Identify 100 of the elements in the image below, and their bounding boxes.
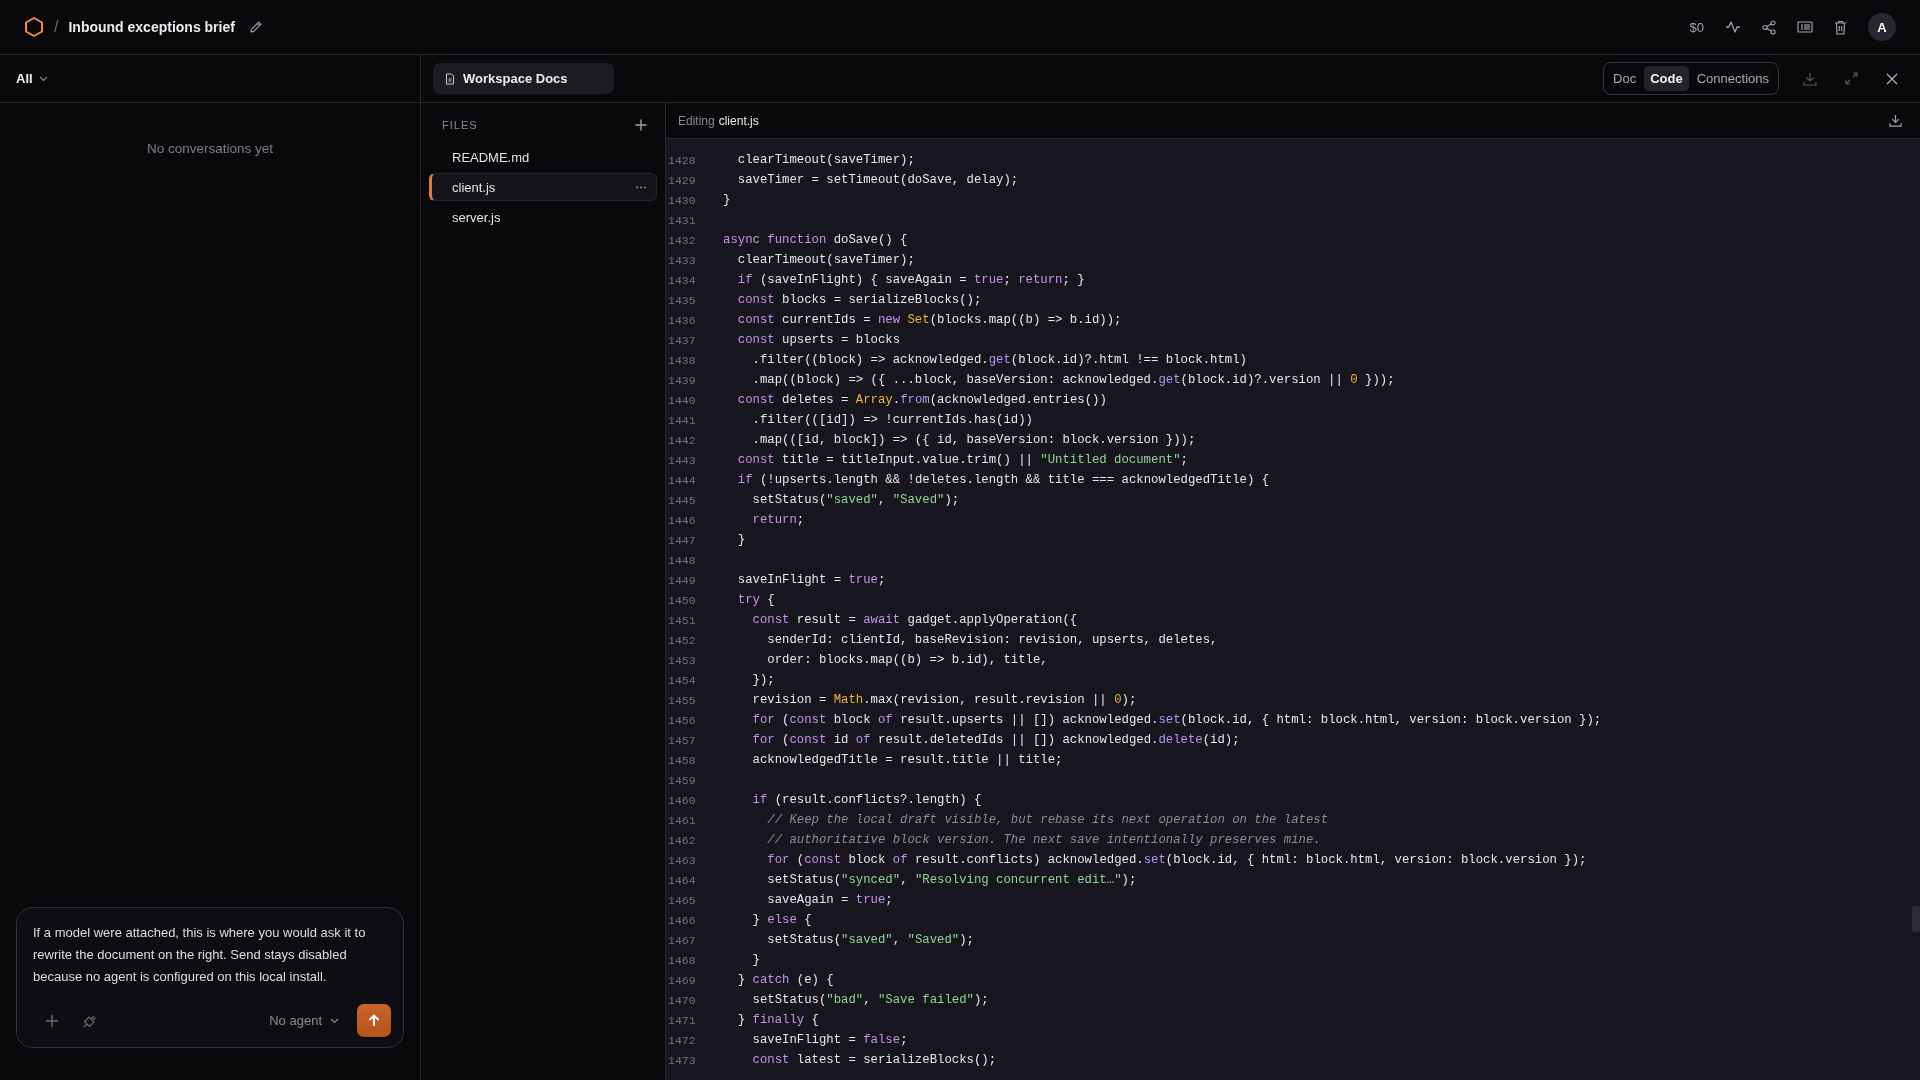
- line-number: 1470: [667, 993, 697, 1007]
- document-title: Inbound exceptions brief: [68, 19, 235, 35]
- line-number: 1435: [667, 293, 697, 307]
- line-number: 1439: [667, 373, 697, 387]
- code-line: saveInFlight = true;: [736, 573, 886, 587]
- user-avatar[interactable]: A: [1868, 13, 1896, 41]
- line-number: 1457: [667, 733, 697, 747]
- line-number: 1452: [667, 633, 697, 647]
- line-number: 1466: [667, 913, 697, 927]
- code-line: } finally {: [736, 1013, 819, 1027]
- line-number: 1434: [667, 273, 697, 287]
- line-number: 1453: [667, 653, 697, 667]
- line-number: 1446: [667, 513, 697, 527]
- code-line: .map((block) => ({ ...block, baseVersion: acknowledged.get(block.id)?.version || 0 }));: [751, 373, 1395, 387]
- code-line: acknowledgedTitle = result.title || title;: [751, 753, 1063, 767]
- code-line: if (result.conflicts?.length) {: [751, 793, 982, 807]
- line-number: 1468: [667, 953, 697, 967]
- code-line: clearTimeout(saveTimer);: [736, 153, 915, 167]
- expand-icon[interactable]: [1845, 72, 1858, 85]
- code-line: }: [723, 193, 731, 207]
- line-number: 1450: [667, 593, 697, 607]
- code-line: for (const id of result.deletedIds || []) acknowledged.delete(id);: [751, 733, 1240, 747]
- hexagon-logo-icon: [24, 16, 44, 38]
- filter-dropdown[interactable]: All: [16, 71, 48, 86]
- code-line: saveAgain = true;: [766, 893, 893, 907]
- card-icon[interactable]: [1797, 21, 1813, 33]
- trash-icon[interactable]: [1834, 19, 1847, 35]
- code-line: const deletes = Array.from(acknowledged.entries()): [736, 393, 1107, 407]
- document-icon: [445, 72, 455, 85]
- line-number: 1431: [667, 213, 697, 227]
- more-icon[interactable]: [636, 185, 646, 189]
- code-line: setStatus("saved", "Saved");: [766, 933, 974, 947]
- line-number: 1471: [667, 1013, 697, 1027]
- code-line: setStatus("bad", "Save failed");: [751, 993, 989, 1007]
- line-number: 1463: [667, 853, 697, 867]
- line-number: 1449: [667, 573, 697, 587]
- line-number: 1460: [667, 793, 697, 807]
- line-number: 1454: [667, 673, 697, 687]
- code-line: return;: [751, 513, 805, 527]
- line-number: 1451: [667, 613, 697, 627]
- activity-icon[interactable]: [1725, 20, 1741, 34]
- empty-state-text: No conversations yet: [145, 141, 275, 156]
- line-number: 1442: [667, 433, 697, 447]
- line-number: 1436: [667, 313, 697, 327]
- code-line: .filter(([id]) => !currentIds.has(id)): [751, 413, 1033, 427]
- code-line: senderId: clientId, baseRevision: revision, upserts, deletes,: [766, 633, 1218, 647]
- line-number: 1443: [667, 453, 697, 467]
- line-number: 1461: [667, 813, 697, 827]
- line-number: 1445: [667, 493, 697, 507]
- code-line: async function doSave() {: [723, 233, 908, 247]
- close-icon[interactable]: [1886, 72, 1898, 85]
- line-number: 1430: [667, 193, 697, 207]
- line-number: 1458: [667, 753, 697, 767]
- line-number: 1473: [667, 1053, 697, 1067]
- breadcrumb-separator: /: [54, 18, 59, 36]
- code-line: const title = titleInput.value.trim() || "Untitled document";: [736, 453, 1188, 467]
- send-button[interactable]: [357, 1004, 391, 1037]
- share-icon[interactable]: [1762, 19, 1776, 35]
- line-number: 1437: [667, 333, 697, 347]
- view-tab[interactable]: Code: [1644, 66, 1689, 91]
- files-heading: FILES: [442, 119, 478, 131]
- pencil-icon[interactable]: [248, 20, 263, 34]
- workspace-tab[interactable]: Workspace Docs: [433, 63, 614, 94]
- code-line: const blocks = serializeBlocks();: [736, 293, 982, 307]
- view-tab[interactable]: Connections: [1690, 66, 1775, 91]
- code-line: }: [736, 533, 746, 547]
- line-number: 1462: [667, 833, 697, 847]
- code-line: });: [751, 673, 775, 687]
- agent-dropdown[interactable]: No agent: [269, 1013, 339, 1028]
- code-line: const latest = serializeBlocks();: [751, 1053, 997, 1067]
- code-line: order: blocks.map((b) => b.id), title,: [766, 653, 1048, 667]
- code-line: revision = Math.max(revision, result.revision || 0);: [751, 693, 1137, 707]
- code-line: setStatus("saved", "Saved");: [751, 493, 960, 507]
- line-number: 1447: [667, 533, 697, 547]
- caret-icon: [330, 1017, 339, 1024]
- code-line: } catch (e) {: [736, 973, 834, 987]
- view-tab[interactable]: Doc: [1607, 66, 1643, 91]
- file-item[interactable]: client.js: [429, 173, 657, 201]
- caret-icon: [38, 75, 48, 82]
- line-number: 1438: [667, 353, 697, 367]
- code-line: const upserts = blocks: [736, 333, 901, 347]
- file-item[interactable]: server.js: [429, 203, 657, 231]
- prompt-field[interactable]: If a model were attached, this is where you would ask it to rewrite the document on the right. Send stays disabled because no agent is configured on this local install. No agent: [16, 907, 404, 1048]
- plus-icon[interactable]: [635, 119, 647, 131]
- file-name: client.js: [718, 113, 759, 128]
- line-number: 1444: [667, 473, 697, 487]
- arrow-up-icon: [368, 1014, 380, 1027]
- code-line: .filter((block) => acknowledged.get(block.id)?.html !== block.html): [751, 353, 1247, 367]
- code-line: try {: [736, 593, 775, 607]
- code-line: const currentIds = new Set(blocks.map((b) => b.id));: [736, 313, 1122, 327]
- line-number: 1472: [667, 1033, 697, 1047]
- code-line: } else {: [751, 913, 812, 927]
- download-icon[interactable]: [1889, 114, 1902, 127]
- plug-icon[interactable]: [83, 1013, 97, 1028]
- code-line: // Keep the local draft visible, but rebase its next operation on the latest: [766, 813, 1329, 827]
- code-line: setStatus("synced", "Resolving concurrent edit…");: [766, 873, 1137, 887]
- line-number: 1455: [667, 693, 697, 707]
- code-line: for (const block of result.conflicts) acknowledged.set(block.id, { html: block.html, version: block.version });: [766, 853, 1587, 867]
- code-line: for (const block of result.upserts || []) acknowledged.set(block.id, { html: block.html, version: block.version });: [751, 713, 1602, 727]
- file-item[interactable]: README.md: [429, 143, 657, 171]
